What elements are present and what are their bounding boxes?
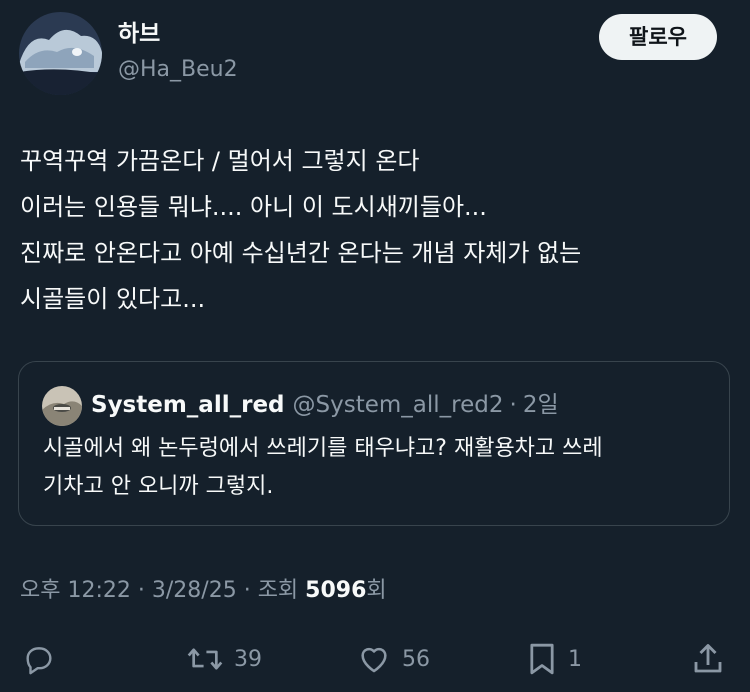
retweet-button[interactable]: 39: [186, 636, 262, 682]
quote-time: 2일: [522, 392, 559, 418]
quote-avatar: [42, 386, 82, 426]
action-bar: 39 56 1: [0, 636, 750, 682]
retweet-icon: [187, 648, 223, 670]
quote-separator: ·: [509, 392, 517, 418]
heart-icon: [361, 647, 387, 673]
quote-header: System_all_red @System_all_red2 · 2일: [91, 388, 559, 422]
reply-icon: [26, 647, 52, 675]
quote-avatar-image: [42, 386, 82, 426]
meta-separator: ·: [137, 578, 145, 603]
quote-line: 기차고 안 오니까 그렇지.: [43, 474, 274, 499]
bookmark-count: 1: [568, 646, 582, 672]
meta-separator: ·: [243, 578, 251, 603]
reply-button[interactable]: [22, 636, 56, 682]
quote-author-name[interactable]: System_all_red: [91, 392, 285, 418]
tweet-text: 꾸역꾸역 가끔온다 / 멀어서 그렇지 온다 이러는 인용들 뭐냐.... 아니…: [20, 138, 735, 322]
avatar[interactable]: [19, 12, 102, 95]
user-handle[interactable]: @Ha_Beu2: [118, 55, 238, 85]
quote-line: 시골에서 왜 논두렁에서 쓰레기를 태우냐고? 재활용차고 쓰레: [43, 436, 603, 461]
like-count: 56: [402, 646, 430, 672]
share-button[interactable]: [690, 636, 726, 682]
share-icon: [694, 644, 722, 673]
tweet-line: 이러는 인용들 뭐냐.... 아니 이 도시새끼들아...: [20, 193, 487, 221]
tweet-line: 진짜로 안온다고 아예 수십년간 온다는 개념 자체가 없는: [20, 239, 582, 267]
views-suffix: 회: [366, 578, 387, 603]
display-name[interactable]: 하브: [118, 18, 160, 50]
tweet-line: 시골들이 있다고...: [20, 285, 206, 313]
like-button[interactable]: 56: [356, 636, 430, 682]
tweet-meta: 오후 12:22 · 3/28/25 · 조회 5096회: [20, 573, 387, 609]
quote-author-handle[interactable]: @System_all_red2: [293, 392, 504, 418]
tweet-date[interactable]: 3/28/25: [152, 578, 237, 603]
avatar-image: [19, 12, 102, 95]
bookmark-icon: [530, 643, 554, 675]
quote-text: 시골에서 왜 논두렁에서 쓰레기를 태우냐고? 재활용차고 쓰레 기차고 안 오…: [43, 430, 713, 506]
follow-button[interactable]: 팔로우: [599, 14, 717, 60]
tweet-line: 꾸역꾸역 가끔온다 / 멀어서 그렇지 온다: [20, 147, 420, 175]
bookmark-button[interactable]: 1: [526, 636, 582, 682]
quoted-tweet[interactable]: System_all_red @System_all_red2 · 2일 시골에서 왜…: [18, 361, 730, 526]
views-label: 조회: [257, 578, 299, 603]
views-count: 5096: [305, 578, 367, 603]
tweet-time[interactable]: 오후 12:22: [20, 578, 131, 603]
retweet-count: 39: [234, 646, 262, 672]
